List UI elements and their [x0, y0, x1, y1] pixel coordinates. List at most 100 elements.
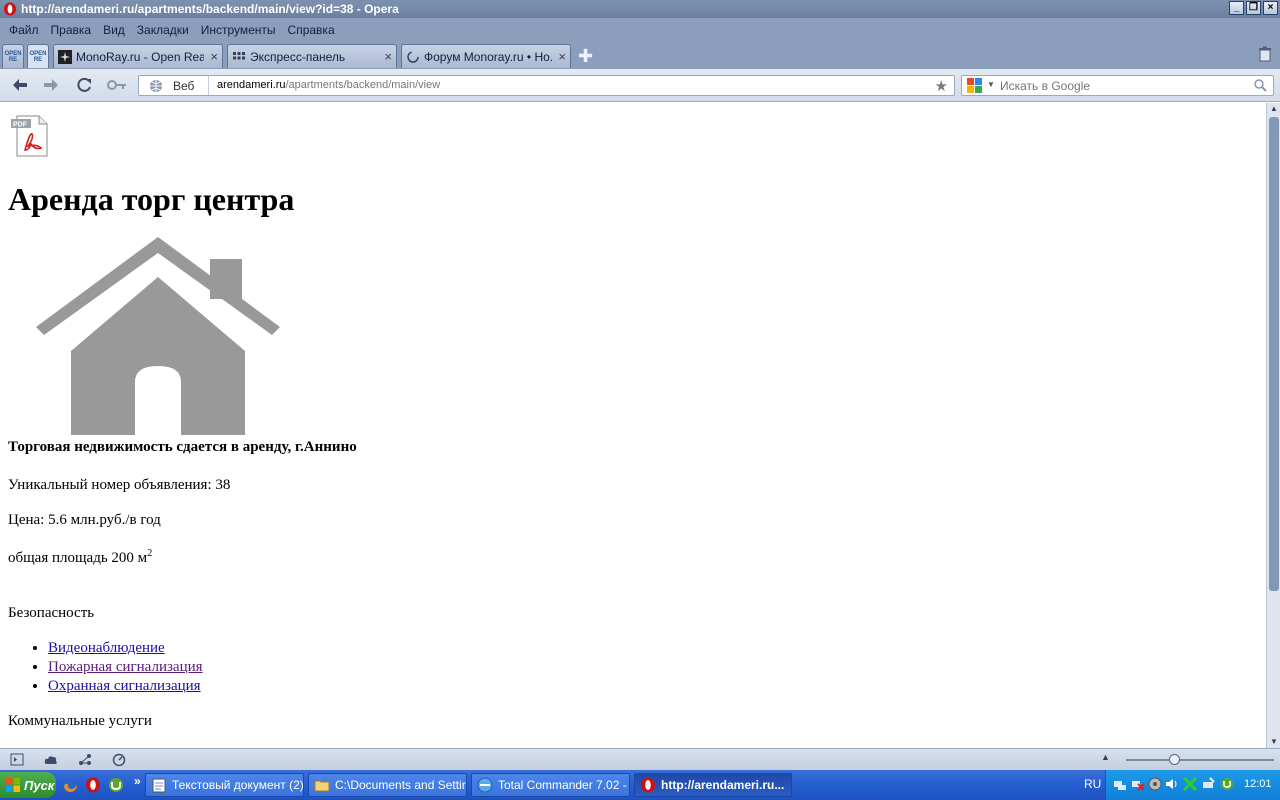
monoray-favicon-icon [58, 49, 72, 64]
window-title: http://arendameri.ru/apartments/backend/… [21, 2, 399, 16]
taskbar-item-label: Текстовый документ (2)... [172, 778, 304, 792]
antivirus-icon[interactable] [1183, 777, 1197, 791]
scroll-up-icon[interactable]: ▲ [1268, 103, 1280, 115]
svg-text:PDF: PDF [13, 122, 28, 129]
clock: 12:01 [1244, 778, 1272, 790]
price-text: Цена: 5.6 млн.руб./в год [8, 512, 161, 528]
opera-unite-cloud-icon[interactable] [44, 753, 58, 766]
utorrent-icon[interactable] [108, 777, 124, 793]
tab-label: Форум Monoray.ru • Но... [424, 49, 553, 64]
tab-label: MonoRay.ru - Open Real ... [76, 49, 205, 64]
fire-alarm-link[interactable]: Пожарная сигнализация [48, 659, 203, 675]
turbo-gauge-icon[interactable] [112, 753, 126, 766]
tab-speed-dial[interactable]: Экспресс-панель × [227, 44, 397, 68]
search-icon[interactable] [1254, 79, 1267, 92]
start-button[interactable]: Пуск [0, 772, 56, 798]
security-list: Видеонаблюдение Пожарная сигнализация Ох… [48, 639, 203, 696]
zoom-slider-thumb[interactable] [1169, 754, 1181, 765]
zoom-up-icon[interactable]: ▲ [1101, 752, 1110, 762]
google-logo-icon [967, 78, 982, 93]
menu-file[interactable]: Файл [3, 23, 45, 37]
tab-pinned-label: OPEN RE [29, 50, 47, 63]
taskbar-item-notepad[interactable]: Текстовый документ (2)... [145, 773, 304, 797]
reload-icon[interactable] [76, 77, 94, 93]
taskbar-item-total-commander[interactable]: Total Commander 7.02 - Z... [471, 773, 630, 797]
search-box[interactable]: ▼ [961, 75, 1274, 96]
window-title-bar: http://arendameri.ru/apartments/backend/… [0, 0, 1280, 18]
listing-subtitle: Торговая недвижимость сдается в аренду, … [8, 439, 357, 455]
safely-remove-hardware-icon[interactable] [1201, 777, 1215, 791]
list-item: Охранная сигнализация [48, 677, 203, 696]
area-unit-superscript: 2 [147, 548, 153, 559]
tab-pinned-2[interactable]: OPEN RE [27, 44, 49, 68]
scroll-down-icon[interactable]: ▼ [1268, 736, 1280, 748]
folder-icon [314, 780, 330, 792]
windows-flag-icon [6, 778, 20, 792]
loading-spinner-icon [407, 50, 419, 63]
bookmark-star-icon[interactable]: ★ [935, 77, 948, 95]
new-tab-icon[interactable]: ✚ [578, 46, 593, 67]
address-url[interactable]: arendameri.ru/apartments/backend/main/vi… [217, 79, 440, 91]
page-title: Аренда торг центра [8, 181, 295, 217]
tab-forum[interactable]: Форум Monoray.ru • Но... × [401, 44, 571, 68]
language-indicator[interactable]: RU [1084, 777, 1101, 791]
tab-close-icon[interactable]: × [384, 49, 392, 64]
video-surveillance-link[interactable]: Видеонаблюдение [48, 640, 165, 656]
back-arrow-icon[interactable] [11, 77, 29, 93]
tab-close-icon[interactable]: × [210, 49, 218, 64]
menu-tools[interactable]: Инструменты [195, 23, 282, 37]
opera-icon [641, 777, 655, 793]
restore-button[interactable]: ❐ [1246, 1, 1261, 15]
vertical-scrollbar[interactable]: ▲ ▼ [1266, 103, 1280, 748]
navigation-bar: Веб arendameri.ru/apartments/backend/mai… [0, 69, 1280, 102]
page-content: PDF Аренда торг центра Торговая недвижим… [0, 103, 1266, 748]
search-input[interactable] [1000, 78, 1250, 93]
tab-monoray[interactable]: MonoRay.ru - Open Real ... × [53, 44, 223, 68]
address-separator [208, 76, 209, 95]
tab-pinned-1[interactable]: OPEN RE [2, 44, 24, 68]
disk-icon[interactable] [1148, 777, 1162, 791]
menu-help[interactable]: Справка [282, 23, 341, 37]
trash-icon[interactable] [1258, 46, 1272, 62]
network-disconnected-icon[interactable] [1131, 777, 1145, 791]
close-button[interactable]: × [1263, 1, 1278, 15]
taskbar-item-label: http://arendameri.ru... [661, 778, 785, 792]
menu-bookmarks[interactable]: Закладки [131, 23, 195, 37]
utorrent-tray-icon[interactable] [1220, 777, 1234, 791]
area-text: общая площадь 200 м2 [8, 548, 152, 567]
search-engine-dropdown-icon[interactable]: ▼ [987, 80, 995, 89]
panel-toggle-icon[interactable] [10, 753, 24, 766]
key-icon[interactable] [106, 77, 128, 93]
status-bar: ▲ [0, 748, 1280, 770]
area-value: общая площадь 200 м [8, 550, 148, 566]
share-icon[interactable] [78, 753, 92, 766]
unique-id-text: Уникальный номер объявления: 38 [8, 477, 231, 493]
url-host: arendameri.ru [217, 79, 286, 91]
minimize-button[interactable]: _ [1229, 1, 1244, 15]
address-field[interactable]: Веб arendameri.ru/apartments/backend/mai… [138, 75, 955, 96]
menu-view[interactable]: Вид [97, 23, 131, 37]
taskbar-item-opera[interactable]: http://arendameri.ru... [634, 773, 792, 797]
taskbar-item-label: Total Commander 7.02 - Z... [498, 778, 629, 792]
security-alarm-link[interactable]: Охранная сигнализация [48, 678, 201, 694]
network-icon[interactable] [1113, 777, 1127, 791]
scroll-thumb[interactable] [1269, 117, 1279, 591]
opera-logo-icon [4, 2, 16, 16]
pdf-download-icon[interactable]: PDF [11, 114, 49, 158]
tab-pinned-label: OPEN RE [4, 50, 22, 63]
taskbar-item-folder[interactable]: C:\Documents and Settin... [308, 773, 467, 797]
start-label: Пуск [24, 777, 55, 793]
tab-close-icon[interactable]: × [558, 49, 566, 64]
menu-bar: Файл Правка Вид Закладки Инструменты Спр… [0, 18, 1280, 41]
windows-taskbar: Пуск » Текстовый документ (2)... C:\Docu… [0, 770, 1280, 800]
security-heading: Безопасность [8, 605, 95, 621]
zoom-slider[interactable] [1126, 759, 1274, 761]
forward-arrow-icon[interactable] [42, 77, 60, 93]
tab-label: Экспресс-панель [250, 49, 346, 64]
utilities-heading: Коммунальные услуги [8, 713, 152, 729]
volume-icon[interactable] [1165, 777, 1179, 791]
opera-icon[interactable] [85, 777, 101, 793]
menu-edit[interactable]: Правка [45, 23, 98, 37]
firefox-icon[interactable] [62, 777, 78, 793]
quick-launch-more-icon[interactable]: » [134, 774, 141, 788]
